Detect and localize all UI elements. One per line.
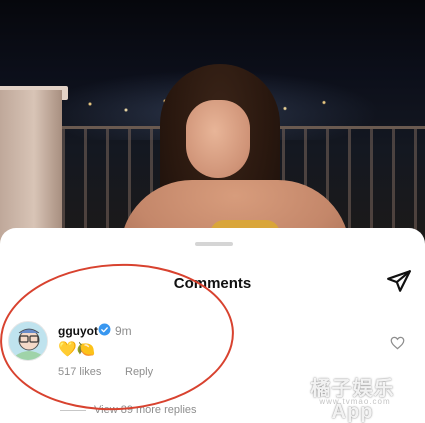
watermark-url: www.tvmao.com [319,397,391,406]
balcony-pillar [0,90,62,250]
heart-icon[interactable] [390,336,405,350]
person-face [186,100,250,178]
paper-plane-icon[interactable] [386,268,412,294]
sheet-drag-handle[interactable] [195,242,233,246]
post-photo [0,0,425,250]
replies-divider-line [60,410,86,411]
